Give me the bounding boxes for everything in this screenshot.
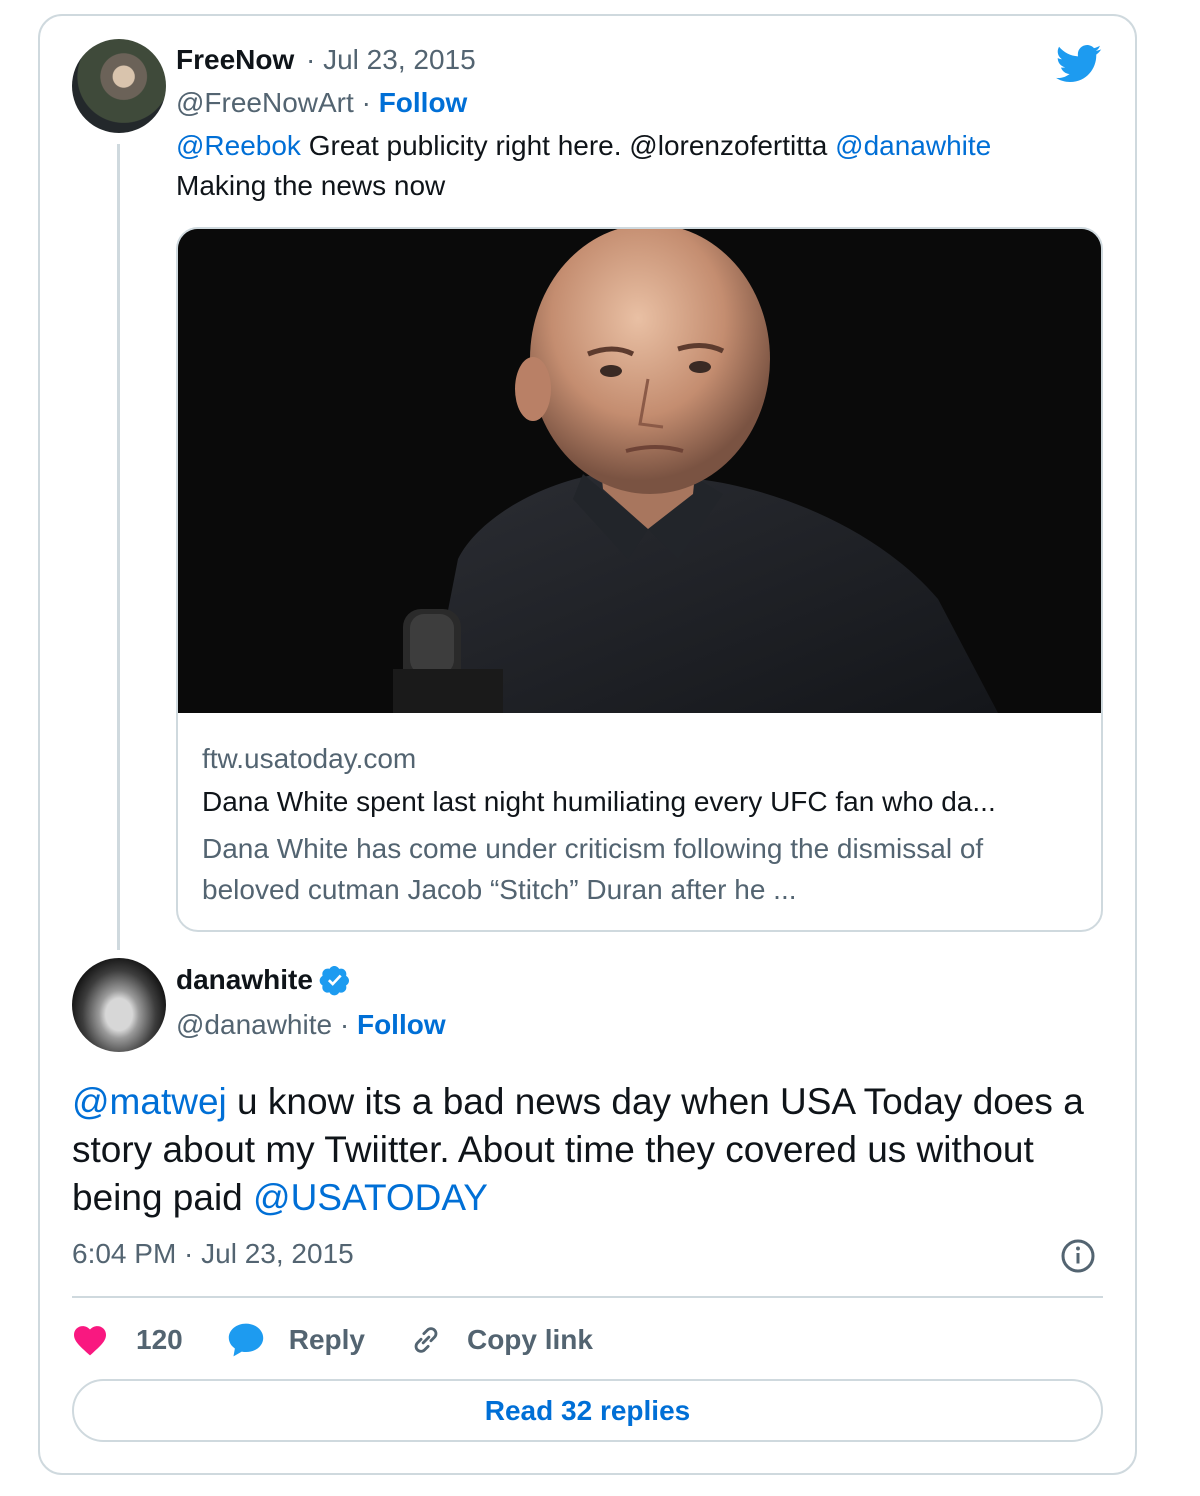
quoted-author-handle[interactable]: @FreeNowArt (176, 87, 354, 118)
read-replies-button[interactable]: Read 32 replies (72, 1379, 1103, 1442)
mention-reebok[interactable]: @Reebok (176, 130, 301, 161)
reply-bubble-icon (228, 1323, 263, 1357)
main-author-name-row: danawhite (176, 964, 351, 996)
quoted-author-name[interactable]: FreeNow (176, 44, 294, 76)
dana-white-photo (178, 229, 1101, 713)
actions-divider (72, 1296, 1103, 1298)
link-description: Dana White has come under criticism foll… (202, 833, 984, 905)
verified-badge-icon (319, 966, 349, 996)
heart-icon (74, 1326, 106, 1356)
reply-label: Reply (288, 1324, 365, 1355)
danawhite-avatar[interactable] (72, 958, 166, 1052)
twitter-bird-icon[interactable] (1056, 44, 1102, 84)
main-author-handle-row: @danawhite · Follow (176, 1009, 446, 1041)
link-domain: ftw.usatoday.com (202, 743, 417, 774)
link-title[interactable]: Dana White spent last night humiliating … (202, 786, 996, 818)
follow-danawhite-button[interactable]: Follow (357, 1009, 446, 1040)
info-icon[interactable] (1060, 1238, 1096, 1274)
link-preview-card[interactable]: ftw.usatoday.com Dana White spent last n… (176, 227, 1103, 932)
mention-usatoday[interactable]: @USATODAY (253, 1177, 488, 1218)
freenow-avatar[interactable] (72, 39, 166, 133)
quoted-author-handle-row: @FreeNowArt · Follow (176, 87, 467, 119)
quoted-tweet-text: @Reebok Great publicity right here. @lor… (176, 126, 1096, 206)
thread-connector-line (117, 144, 120, 950)
copy-link-button[interactable]: Copy link (409, 1323, 593, 1357)
mention-matwej[interactable]: @matwej (72, 1081, 227, 1122)
reply-button[interactable]: Reply (227, 1322, 365, 1358)
link-preview-image[interactable] (178, 229, 1101, 713)
like-button[interactable]: 120 (72, 1324, 183, 1356)
quoted-text-part1: Great publicity right here. @lorenzofert… (300, 130, 836, 161)
follow-freenow-button[interactable]: Follow (379, 87, 468, 118)
handle-separator: · (339, 1009, 350, 1040)
main-tweet-text: @matwej u know its a bad news day when U… (72, 1078, 1112, 1222)
tweet-actions: 120 Reply Copy link (72, 1318, 637, 1362)
main-author-handle[interactable]: @danawhite (176, 1009, 332, 1040)
link-icon (414, 1327, 438, 1353)
likes-count: 120 (136, 1324, 183, 1355)
mention-danawhite[interactable]: @danawhite (835, 130, 991, 161)
handle-separator: · (361, 87, 371, 118)
quoted-tweet-date[interactable]: · Jul 23, 2015 (306, 44, 476, 76)
tweet-timestamp[interactable]: 6:04 PM · Jul 23, 2015 (72, 1238, 354, 1270)
copy-link-label: Copy link (466, 1324, 593, 1355)
quoted-text-part2: Making the news now (176, 170, 446, 201)
main-author-name[interactable]: danawhite (176, 964, 313, 996)
